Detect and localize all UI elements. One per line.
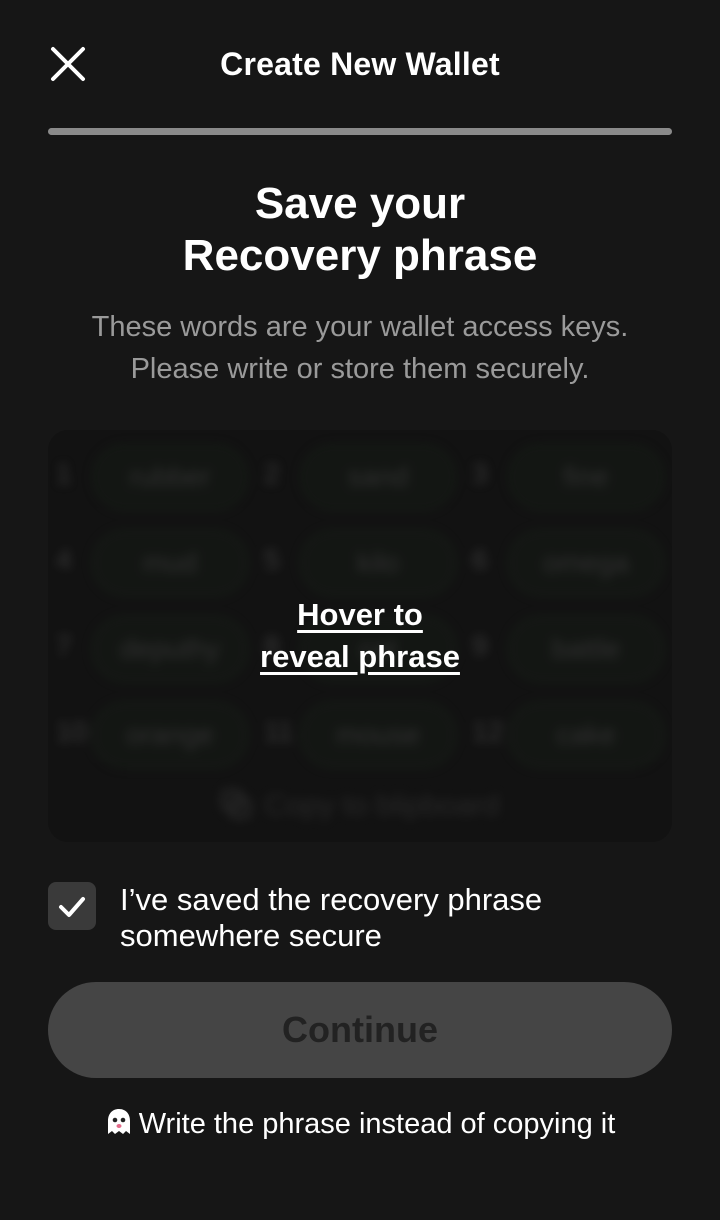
continue-button[interactable]: Continue [48, 982, 672, 1078]
phrase-word-item: 12 cake [472, 702, 672, 772]
title-line: Save your [254, 179, 466, 228]
phrase-word: mud [92, 530, 248, 596]
phrase-word-number: 5 [264, 544, 280, 575]
ghost-icon [107, 1109, 130, 1134]
reveal-line: Hover to [297, 597, 423, 632]
phrase-word: kilo [300, 530, 456, 596]
phrase-word-item: 11 mouse [264, 702, 472, 772]
checkmark-icon [59, 897, 85, 917]
phrase-word-item: 5 kilo [264, 530, 472, 600]
phrase-word-item: 10 orange [56, 702, 264, 772]
subtitle-line: These words are your wallet access keys. [91, 311, 629, 343]
phrase-word-item: 1 rubber [56, 444, 264, 514]
phrase-word: omega [508, 530, 664, 596]
saved-checkbox-label: I’ve saved the recovery phrase somewhere… [120, 882, 660, 954]
phrase-word: orange [92, 702, 248, 768]
title-line: Recovery phrase [182, 231, 538, 280]
progress-bar [48, 128, 672, 135]
recovery-title: Save your Recovery phrase [0, 178, 720, 282]
hint-text: Write the phrase instead of copying it [138, 1108, 616, 1140]
copy-hint: Write the phrase instead of copying it [0, 1104, 720, 1144]
phrase-word-number: 11 [264, 716, 294, 747]
recovery-phrase-card[interactable]: 1 rubber 2 sand 3 fine 4 mud 5 kilo 6 omega 7 deputhy… [48, 430, 672, 842]
phrase-word: rubber [92, 444, 248, 510]
saved-confirmation-row[interactable]: I’ve saved the recovery phrase somewhere… [48, 882, 672, 958]
phrase-word-number: 1 [56, 458, 72, 489]
phrase-word-number: 12 [472, 716, 504, 747]
phrase-word: fine [508, 444, 664, 510]
phrase-word-item: 2 sand [264, 444, 472, 514]
phrase-word-item: 3 fine [472, 444, 672, 514]
phrase-word-item: 6 omega [472, 530, 672, 600]
recovery-subtitle: These words are your wallet access keys.… [40, 306, 680, 390]
reveal-line: reveal phrase [260, 639, 460, 674]
header: Create New Wallet [0, 0, 720, 128]
phrase-word: mouse [300, 702, 456, 768]
page-title: Create New Wallet [220, 46, 500, 82]
saved-checkbox[interactable] [48, 882, 96, 930]
phrase-word: cake [508, 702, 664, 768]
copy-label: Copy to blipboard [264, 789, 500, 822]
subtitle-line: Please write or store them securely. [130, 353, 590, 385]
phrase-word-number: 3 [472, 458, 488, 489]
phrase-word-number: 2 [264, 458, 280, 489]
copy-to-clipboard-button: Copy to blipboard [48, 788, 672, 823]
phrase-word-number: 4 [56, 544, 72, 575]
progress-fill [48, 128, 672, 135]
label-line: somewhere secure [120, 918, 382, 953]
phrase-word-item: 4 mud [56, 530, 264, 600]
phrase-word-number: 6 [472, 544, 488, 575]
label-line: I’ve saved the recovery phrase [120, 882, 543, 917]
copy-icon [221, 789, 252, 819]
reveal-phrase-link[interactable]: Hover to reveal phrase [48, 594, 672, 678]
phrase-word: sand [300, 444, 456, 510]
phrase-word-number: 10 [56, 716, 88, 747]
